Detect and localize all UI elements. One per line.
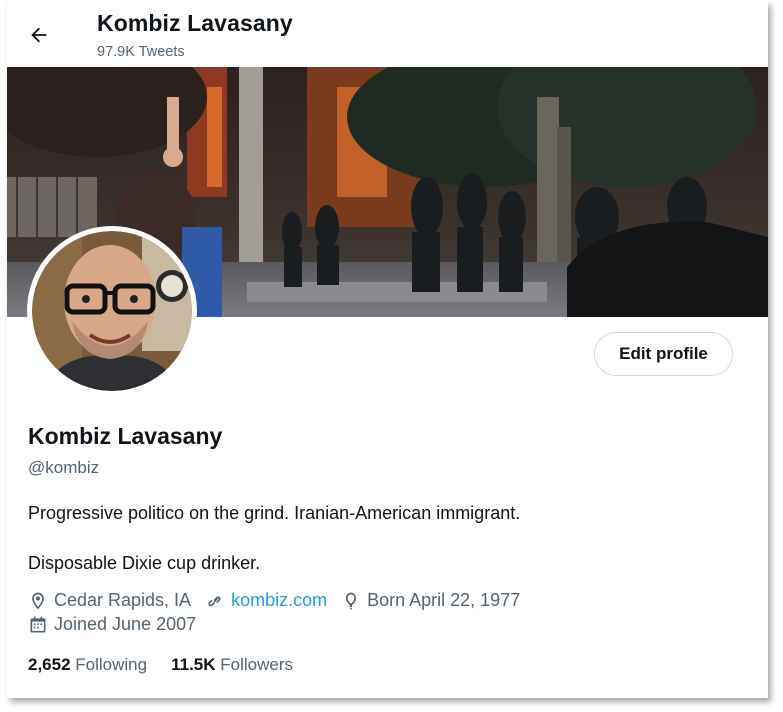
joined-row: Joined June 2007 bbox=[28, 614, 210, 635]
followers-count: 11.5K bbox=[171, 655, 216, 674]
tweet-count: 97.9K Tweets bbox=[97, 44, 185, 60]
profile-page: Kombiz Lavasany 97.9K Tweets Edit profil… bbox=[7, 1, 768, 698]
balloon-icon bbox=[346, 592, 357, 609]
followers-label: Followers bbox=[220, 655, 294, 674]
bio-line-1: Progressive politico on the grind. Irani… bbox=[28, 503, 521, 523]
following-link[interactable]: 2,652 Following bbox=[28, 655, 147, 675]
joined-item: Joined June 2007 bbox=[28, 614, 196, 635]
joined-text: Joined June 2007 bbox=[54, 614, 197, 634]
back-button[interactable] bbox=[21, 17, 57, 53]
profile-handle: @kombiz bbox=[28, 458, 100, 477]
following-label: Following bbox=[75, 655, 148, 674]
following-count: 2,652 bbox=[28, 655, 71, 674]
arrow-left-icon bbox=[31, 27, 47, 43]
website-item[interactable]: kombiz.com bbox=[205, 590, 327, 611]
profile-meta-row: Cedar Rapids, IA kombiz.com Born April 2… bbox=[28, 590, 534, 611]
profile-name: Kombiz Lavasany bbox=[28, 423, 223, 449]
birthday-item: Born April 22, 1977 bbox=[341, 590, 520, 611]
followers-link[interactable]: 11.5K Followers bbox=[171, 655, 293, 675]
birthday-text: Born April 22, 1977 bbox=[367, 590, 521, 610]
location-pin-icon bbox=[32, 592, 44, 609]
follow-stats: 2,652 Following 11.5K Followers bbox=[28, 655, 317, 675]
location-text: Cedar Rapids, IA bbox=[54, 590, 192, 610]
calendar-icon bbox=[30, 616, 46, 632]
link-icon bbox=[208, 595, 221, 606]
bio-line-2: Disposable Dixie cup drinker. bbox=[28, 553, 261, 573]
website-link[interactable]: kombiz.com bbox=[231, 590, 327, 611]
edit-profile-button[interactable]: Edit profile bbox=[594, 332, 733, 376]
profile-avatar[interactable] bbox=[27, 226, 197, 396]
header-title: Kombiz Lavasany bbox=[97, 10, 293, 36]
profile-header: Kombiz Lavasany 97.9K Tweets bbox=[7, 1, 768, 67]
location-item: Cedar Rapids, IA bbox=[28, 590, 191, 611]
